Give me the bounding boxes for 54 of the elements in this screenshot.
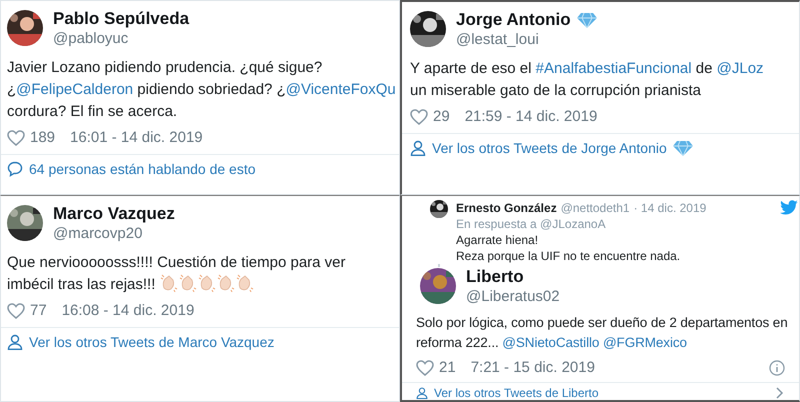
profile-link[interactable]: Ver los otros Tweets de Marco Vazquez: [29, 334, 274, 350]
author-name: Pablo Sepúlveda: [53, 9, 190, 29]
person-icon: [7, 334, 23, 350]
clap-icon: [160, 274, 178, 292]
person-icon: [416, 387, 428, 399]
timestamp: 16:08 - 14 dic. 2019: [62, 302, 194, 319]
author-handle: @marcovp20: [53, 225, 144, 242]
like-count: 77: [30, 302, 47, 319]
tweet-date: · 14 dic. 2019: [634, 200, 706, 216]
heart-icon[interactable]: [7, 130, 25, 146]
author-handle: @lestat_loui: [456, 31, 540, 48]
reply-context: En respuesta a @JLozanoA: [456, 216, 607, 232]
author-name: Liberto: [466, 267, 524, 287]
profile-link[interactable]: 64 personas están hablando de esto: [29, 161, 256, 177]
timestamp: 7:21 - 15 dic. 2019: [470, 359, 595, 376]
chevron-icon[interactable]: [775, 387, 785, 399]
hashtag-link[interactable]: #AnalfabestiaFuncional: [536, 60, 692, 77]
tweet-text: Solo por lógica, como puede ser dueño de 2 departamentos en reforma 222... @SNietoCastillo @FGRMexico: [416, 314, 789, 352]
person-icon: [410, 140, 426, 156]
profile-link[interactable]: Ver los otros Tweets de Jorge Antonio: [432, 140, 667, 156]
bird-icon[interactable]: [779, 200, 799, 216]
author-name: Ernesto González: [456, 200, 557, 216]
diamond-icon: [576, 12, 597, 28]
timestamp: 21:59 - 14 dic. 2019: [464, 108, 598, 125]
speech-bubble-icon: [7, 161, 23, 177]
tweet-text: Y aparte de eso el #AnalfabestiaFuncional de @JLoz un miserable gato de la corrupción prianista: [410, 59, 765, 101]
profile-link[interactable]: Ver los otros Tweets de Liberto: [434, 386, 599, 400]
like-count: 21: [439, 359, 456, 376]
mention-link[interactable]: @VicenteFoxQu: [286, 81, 396, 98]
clap-icon: [178, 274, 197, 292]
mention-link[interactable]: @SNietoCastillo: [502, 335, 600, 350]
clap-icon: [216, 274, 235, 292]
clap-icon: [236, 274, 254, 292]
timestamp: 16:01 - 14 dic. 2019: [70, 129, 203, 146]
clap-icon: [198, 274, 216, 292]
like-count: 29: [433, 108, 450, 125]
tweet-text: Que nerviooooosss!!!! Cuestión de tiempo para ver imbécil tras las rejas!!!: [7, 253, 347, 295]
author-name: Marco Vazquez: [53, 204, 175, 224]
info-icon[interactable]: [769, 360, 785, 376]
heart-icon[interactable]: [416, 360, 434, 376]
diamond-icon: [672, 140, 693, 156]
like-count: 189: [30, 129, 56, 146]
tweet-text: Agarrate hiena!: [456, 232, 540, 248]
heart-icon[interactable]: [410, 108, 428, 124]
author-handle: @pabloyuc: [53, 30, 130, 47]
heart-icon[interactable]: [7, 302, 25, 318]
tweet-text: Javier Lozano pidiendo prudencia. ¿qué sigue? ¿@FelipeCalderon pidiendo sobriedad? ¿@VicenteFoxQu cordura? El fin se acerca.: [7, 58, 397, 122]
author-handle: @nettodeth1: [560, 200, 630, 216]
mention-link[interactable]: @FGRMexico: [602, 335, 687, 350]
author-name: Jorge Antonio: [456, 10, 571, 30]
tweet-text: Reza porque la UIF no te encuentre nada.: [456, 248, 682, 264]
mention-link[interactable]: @FelipeCalderon: [16, 81, 134, 98]
author-handle: @Liberatus02: [466, 288, 560, 305]
mention-link[interactable]: @JLoz: [716, 60, 764, 77]
